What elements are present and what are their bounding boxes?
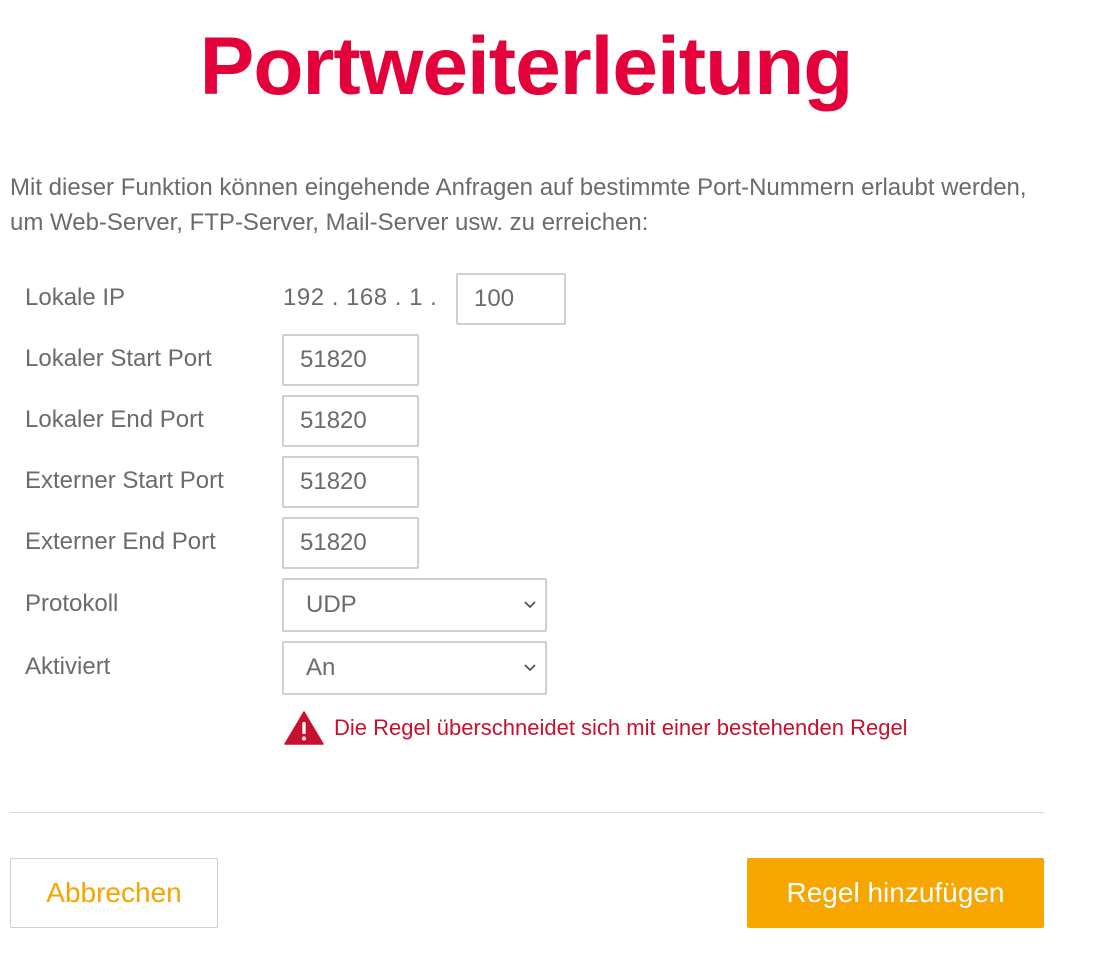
protocol-select[interactable]: UDP [282,578,547,632]
external-end-port-label: Externer End Port [25,528,216,555]
local-end-port-label: Lokaler End Port [25,406,204,433]
warning-text: Die Regel überschneidet sich mit einer b… [334,715,908,740]
external-start-port-label: Externer Start Port [25,467,224,494]
local-ip-last-octet-input[interactable]: 100 [456,273,566,325]
chevron-down-icon [524,664,536,672]
divider [10,812,1044,813]
local-ip-label: Lokale IP [25,284,126,311]
external-end-port-input[interactable]: 51820 [282,517,419,569]
enabled-label: Aktiviert [25,653,111,680]
enabled-select-value: An [306,654,336,681]
protocol-select-value: UDP [306,591,357,618]
local-start-port-label: Lokaler Start Port [25,345,212,372]
local-end-port-input[interactable]: 51820 [282,395,419,447]
warning-triangle-icon [284,711,324,745]
protocol-label: Protokoll [25,590,119,617]
local-start-port-input[interactable]: 51820 [282,334,419,386]
overlap-warning: Die Regel überschneidet sich mit einer b… [284,710,908,746]
cancel-button[interactable]: Abbrechen [10,858,218,928]
chevron-down-icon [524,601,536,609]
port-forwarding-dialog: Portweiterleitung Mit dieser Funktion kö… [0,0,1106,962]
intro-text: Mit dieser Funktion können eingehende An… [10,174,1027,236]
add-rule-button[interactable]: Regel hinzufügen [747,858,1044,928]
local-ip-prefix: 192 . 168 . 1 . [283,284,438,311]
external-start-port-input[interactable]: 51820 [282,456,419,508]
enabled-select[interactable]: An [282,641,547,695]
page-title: Portweiterleitung [199,21,854,112]
